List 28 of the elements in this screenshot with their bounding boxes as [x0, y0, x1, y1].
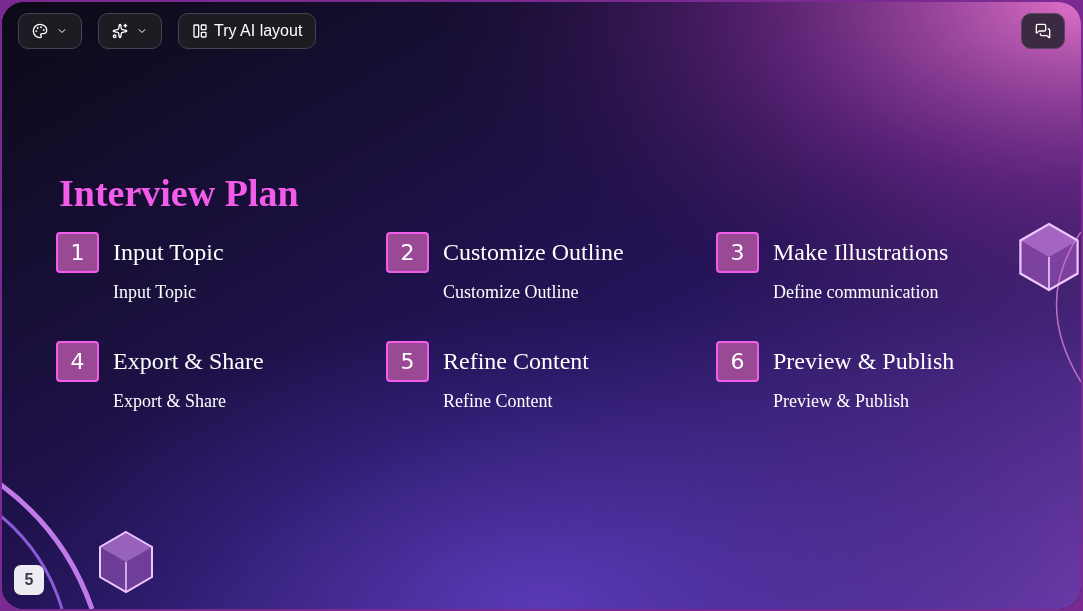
- step-number: 5: [386, 341, 429, 382]
- step-heading: Customize Outline: [443, 238, 624, 267]
- step-description: Customize Outline: [443, 281, 579, 303]
- step-number: 4: [56, 341, 99, 382]
- step-description: Define communication: [773, 281, 939, 303]
- comments-button[interactable]: [1021, 13, 1065, 49]
- palette-icon: [32, 23, 48, 39]
- step-description: Preview & Publish: [773, 390, 909, 412]
- step-number: 6: [716, 341, 759, 382]
- page-number: 5: [14, 565, 44, 595]
- step-heading: Preview & Publish: [773, 347, 955, 376]
- ai-button[interactable]: [98, 13, 162, 49]
- step-description: Export & Share: [113, 390, 226, 412]
- slide-title: Interview Plan: [58, 174, 299, 212]
- layout-icon: [192, 23, 208, 39]
- step-heading: Refine Content: [443, 347, 589, 376]
- step-number: 1: [56, 232, 99, 273]
- step-heading: Make Illustrations: [773, 238, 949, 267]
- step-number: 2: [386, 232, 429, 273]
- theme-button[interactable]: [18, 13, 82, 49]
- step-heading: Export & Share: [113, 347, 264, 376]
- comments-icon: [1035, 23, 1051, 39]
- step-heading: Input Topic: [113, 238, 224, 267]
- step-number: 3: [716, 232, 759, 273]
- step-description: Input Topic: [113, 281, 196, 303]
- sparkles-icon: [112, 23, 128, 39]
- step-description: Refine Content: [443, 390, 553, 412]
- ai-layout-button[interactable]: Try AI layout: [178, 13, 317, 49]
